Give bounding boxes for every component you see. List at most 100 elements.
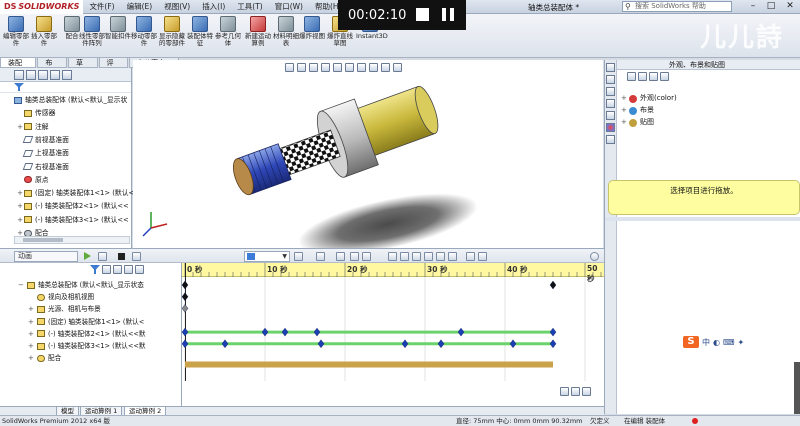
keyframe-diamond[interactable] (261, 327, 269, 337)
zoom-in-icon[interactable] (560, 387, 569, 396)
force-icon[interactable] (424, 252, 433, 261)
ime-punctuation-icon[interactable]: ◐ (713, 338, 720, 347)
keyframe-diamond[interactable] (182, 327, 189, 337)
pane-splitter[interactable] (605, 217, 800, 221)
expand-toggle-icon[interactable]: + (28, 328, 37, 340)
command-tab[interactable]: 装配体 (0, 58, 37, 77)
help-search-input[interactable]: ⚲ 搜索 SolidWorks 帮助 (622, 1, 732, 12)
keyframe-diamond[interactable] (281, 327, 289, 337)
keyframe-diamond[interactable] (317, 339, 325, 349)
resources-tab-icon[interactable] (606, 63, 615, 72)
motion-tree-row[interactable]: + (-) 轴类装配体3<1> (默认<<默 (28, 340, 146, 352)
keyframe-diamond[interactable] (509, 339, 517, 349)
motion-timeline[interactable]: 0 秒 10 秒 20 秒 30 秒 40 秒 50 秒 (182, 263, 604, 406)
feature-tree-row[interactable]: + (-) 轴类装配体2<1> (默认<< (16, 201, 129, 211)
feature-tree-row[interactable]: + (固定) 轴类装配体1<1> (默认< (16, 188, 134, 198)
motion-tree-row[interactable]: 视向及相机视图 (28, 291, 94, 303)
gravity-icon[interactable] (448, 252, 457, 261)
feature-tree-row[interactable]: 右视基准面 (16, 162, 69, 172)
feature-tree-scrollbar[interactable] (14, 236, 130, 244)
command-button[interactable]: 编辑零部件 (2, 16, 30, 47)
damper-icon[interactable] (412, 252, 421, 261)
task-pane-scrollbar[interactable] (794, 362, 800, 414)
command-tab[interactable]: 布局 (37, 58, 67, 77)
menu-item[interactable]: 工具(T) (231, 1, 268, 12)
expand-toggle-icon[interactable]: − (18, 279, 27, 291)
keyframe-diamond[interactable] (437, 339, 445, 349)
refresh-icon[interactable] (660, 72, 669, 81)
command-button[interactable]: 插入零部件 (30, 16, 58, 47)
sogou-ime-icon[interactable]: S (683, 336, 699, 348)
zoom-out-icon[interactable] (571, 387, 580, 396)
auto-expand-icon[interactable] (135, 265, 144, 274)
zoom-fit-icon[interactable] (582, 387, 591, 396)
keyframe-diamond[interactable] (182, 339, 189, 349)
feature-tree-row[interactable]: + (-) 轴类装配体3<1> (默认<< (16, 215, 129, 225)
display-manager-icon[interactable] (62, 69, 72, 80)
dimxpert-icon[interactable] (50, 69, 60, 80)
search-tab-icon[interactable] (606, 99, 615, 108)
expand-toggle-icon[interactable]: + (28, 340, 37, 352)
filter-driving-icon[interactable] (102, 265, 111, 274)
results-icon[interactable] (466, 252, 475, 261)
feature-tree-row[interactable]: 传感器 (16, 108, 55, 118)
expand-toggle-icon[interactable]: + (28, 352, 37, 364)
menu-item[interactable]: 窗口(W) (269, 1, 309, 12)
home-icon[interactable] (649, 72, 658, 81)
command-button[interactable]: 爆炸视图 (298, 16, 326, 40)
feature-tree-row[interactable]: 轴类总装配体 (默认<默认_显示状 (6, 95, 127, 105)
feature-tree-row[interactable]: 前视基准面 (16, 135, 69, 145)
feature-tree-row[interactable]: 原点 (16, 175, 49, 185)
filter-animated-icon[interactable] (90, 265, 100, 274)
appearance-tree-item[interactable]: + 外观(color) (621, 93, 677, 104)
stop-icon[interactable] (118, 253, 125, 260)
view-palette-tab-icon[interactable] (606, 111, 615, 120)
command-button[interactable]: 移动零部件 (130, 16, 158, 47)
command-button[interactable]: 材料明细表 (272, 16, 300, 47)
command-button[interactable]: 智能扣件 (104, 16, 132, 40)
close-button[interactable]: ✕ (781, 0, 799, 14)
expand-toggle-icon[interactable]: + (621, 117, 629, 128)
rebuild-indicator-icon[interactable] (692, 418, 698, 424)
playback-speed-select[interactable]: ▼ (244, 251, 290, 262)
expand-toggle-icon[interactable]: + (16, 215, 24, 225)
menu-item[interactable]: 视图(V) (158, 1, 196, 12)
command-button[interactable]: 显示隐藏的零部件 (158, 16, 186, 47)
command-button[interactable]: 新建运动算例 (244, 16, 272, 47)
forward-icon[interactable] (638, 72, 647, 81)
keyframe-diamond[interactable] (182, 292, 189, 302)
motion-tree-row[interactable]: − 轴类总装配体 (默认<默认_显示状态 (18, 279, 144, 291)
keyframe-diamond[interactable] (549, 327, 557, 337)
ime-keyboard-icon[interactable]: ⌨ (723, 338, 735, 347)
custom-properties-tab-icon[interactable] (606, 135, 615, 144)
add-key-icon[interactable] (362, 252, 371, 261)
keyframe-diamond[interactable] (182, 304, 189, 313)
appearances-tab-icon[interactable] (606, 123, 615, 132)
minimize-button[interactable]: – (744, 0, 762, 14)
study-type-select[interactable]: 动画 (14, 251, 78, 262)
mates-timebar[interactable] (185, 361, 553, 368)
property-manager-icon[interactable] (26, 69, 36, 80)
motor-icon[interactable] (388, 252, 397, 261)
expand-toggle-icon[interactable]: + (621, 105, 629, 116)
save-animation-icon[interactable] (316, 252, 325, 261)
expand-toggle-icon[interactable]: + (16, 201, 24, 211)
keyframe-diamond[interactable] (549, 339, 557, 349)
maximize-button[interactable]: □ (762, 0, 780, 14)
feature-tree-row[interactable]: + 注解 (16, 122, 49, 132)
play-icon[interactable] (84, 252, 91, 260)
motion-tree-row[interactable]: + (固定) 轴类装配体1<1> (默认< (28, 316, 144, 328)
menu-item[interactable]: 插入(I) (196, 1, 231, 12)
design-library-tab-icon[interactable] (606, 75, 615, 84)
contact-icon[interactable] (436, 252, 445, 261)
expand-toggle-icon[interactable]: + (621, 93, 629, 104)
play-from-start-icon[interactable] (98, 252, 107, 261)
expand-toggle-icon[interactable]: + (28, 316, 37, 328)
feature-tree-row[interactable]: 上视基准面 (16, 148, 69, 158)
scrollbar-thumb[interactable] (23, 238, 63, 242)
feature-tree-icon[interactable] (14, 69, 24, 80)
filter-icon[interactable] (14, 83, 24, 91)
configuration-manager-icon[interactable] (38, 69, 48, 80)
back-icon[interactable] (627, 72, 636, 81)
keyframe-diamond[interactable] (182, 280, 189, 290)
